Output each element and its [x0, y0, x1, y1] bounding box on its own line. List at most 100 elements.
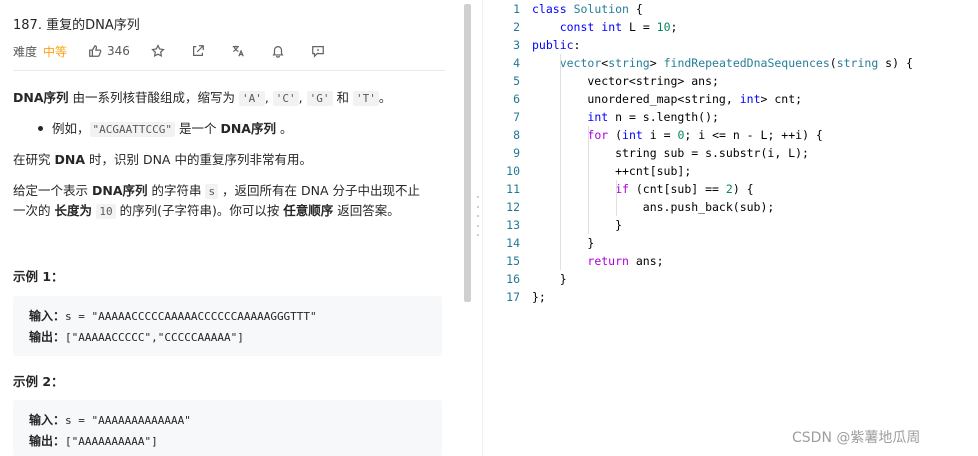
- code-line[interactable]: unordered_map<string, int> cnt;: [532, 90, 802, 108]
- description-paragraph-2: 在研究 DNA 时，识别 DNA 中的重复序列非常有用。: [13, 150, 312, 170]
- inline-code: 'G': [306, 91, 333, 106]
- code-token: public: [532, 38, 574, 52]
- example-2-input: 输入：s = "AAAAAAAAAAAAA": [29, 411, 191, 428]
- code-token: (: [829, 56, 837, 70]
- grip-dot: [477, 205, 479, 208]
- panel-separator: [482, 0, 483, 456]
- input-label: 输入：: [29, 413, 66, 427]
- code-token: return: [587, 254, 629, 268]
- line-number: 11: [506, 182, 520, 196]
- output-value: ["AAAAACCCCC","CCCCCAAAAA"]: [65, 331, 244, 344]
- grip-dot: [477, 224, 479, 227]
- description-paragraph-1: DNA序列 由一系列核苷酸组成，缩写为 'A', 'C', 'G' 和 'T'。: [13, 88, 391, 109]
- line-number: 4: [513, 56, 520, 70]
- code-line[interactable]: vector<string> findRepeatedDnaSequences(…: [532, 54, 913, 72]
- input-value: s = "AAAAACCCCCAAAAACCCCCCAAAAAGGGTTT": [65, 310, 317, 323]
- grip-dot: [477, 215, 479, 217]
- code-token: if: [615, 182, 629, 196]
- indent-guide: [560, 54, 561, 270]
- code-line[interactable]: const int L = 10;: [532, 18, 678, 36]
- code-token: int: [587, 110, 609, 124]
- share-icon[interactable]: [190, 43, 206, 59]
- line-number: 13: [506, 218, 520, 232]
- code-token: L =: [622, 20, 657, 34]
- code-token: {: [628, 2, 643, 16]
- problem-panel: 187. 重复的DNA序列 难度 中等 346 DNA序列 由一系列核苷酸组成，…: [0, 0, 462, 456]
- code-token: Solution: [573, 2, 629, 16]
- code-token: ans;: [628, 254, 664, 268]
- code-token: }: [532, 272, 567, 286]
- description-paragraph-3: 给定一个表示 DNA序列 的字符串 s ，返回所有在 DNA 分子中出现不止: [13, 181, 420, 202]
- code-line[interactable]: return ans;: [532, 252, 664, 270]
- output-value: ["AAAAAAAAAA"]: [65, 435, 158, 448]
- code-editor[interactable]: 1 2 3 4 5 6 7 8 9 10 11 12 13 14 15 16 17 class Solution…: [484, 0, 978, 456]
- code-token: :: [573, 38, 581, 52]
- code-token: }: [532, 218, 623, 232]
- code-token: > cnt;: [760, 92, 803, 106]
- dna-term: DNA序列: [13, 90, 69, 105]
- text: ,: [264, 90, 273, 105]
- code-line[interactable]: public:: [532, 36, 580, 54]
- code-line[interactable]: }: [532, 234, 594, 252]
- code-token: (cnt[sub] ==: [628, 182, 726, 196]
- description-paragraph-4: 一次的 长度为 10 的序列(子字符串)。你可以按 任意顺序 返回答案。: [13, 201, 400, 222]
- inline-code: "ACGAATTCCG": [89, 122, 175, 137]
- code-line[interactable]: class Solution {: [532, 0, 643, 18]
- thumbs-up-icon[interactable]: [87, 43, 103, 59]
- code-token: int: [739, 92, 761, 106]
- star-icon[interactable]: [150, 43, 166, 59]
- bold-text: DNA: [54, 152, 85, 167]
- example-1-output: 输出：["AAAAACCCCC","CCCCCAAAAA"]: [29, 328, 244, 345]
- text: 返回答案。: [333, 203, 400, 218]
- code-token: 10: [656, 20, 671, 34]
- text: 和: [332, 90, 353, 105]
- text: 给定一个表示: [13, 183, 92, 198]
- code-line[interactable]: };: [532, 288, 546, 306]
- code-token: };: [532, 290, 546, 304]
- header-divider: [13, 70, 445, 71]
- line-number: 17: [506, 290, 520, 304]
- code-token: int: [622, 128, 643, 142]
- code-token: class: [532, 2, 567, 16]
- problem-meta-bar: 难度 中等 346: [13, 43, 350, 59]
- code-line[interactable]: if (cnt[sub] == 2) {: [532, 180, 754, 198]
- description-scrollbar[interactable]: [464, 4, 471, 302]
- code-token: int: [601, 20, 623, 34]
- text: 。: [378, 90, 392, 105]
- code-line[interactable]: for (int i = 0; i <= n - L; ++i) {: [532, 126, 823, 144]
- grip-dot: [477, 196, 479, 198]
- code-line[interactable]: string sub = s.substr(i, L);: [532, 144, 809, 162]
- comment-icon[interactable]: [310, 43, 326, 59]
- input-label: 输入：: [29, 309, 66, 323]
- inline-code: 'T': [352, 91, 379, 106]
- line-number: 7: [513, 110, 520, 124]
- panel-resize-handle[interactable]: [476, 196, 480, 236]
- code-token: const: [559, 20, 595, 34]
- code-token: ans.push_back(sub);: [532, 200, 775, 214]
- code-token: findRepeatedDnaSequences: [663, 56, 830, 70]
- text: 的字符串: [147, 183, 206, 198]
- code-token: s) {: [878, 56, 913, 70]
- text: 由一系列核苷酸组成，缩写为: [68, 90, 239, 105]
- bold-text: DNA序列: [220, 121, 276, 136]
- code-token: ; i <= n - L; ++i) {: [684, 128, 823, 142]
- code-line[interactable]: }: [532, 270, 567, 288]
- list-bullet: [38, 126, 43, 131]
- code-token: string: [836, 56, 879, 70]
- line-number: 8: [513, 128, 520, 142]
- bell-icon[interactable]: [270, 43, 286, 59]
- difficulty-label: 难度: [13, 44, 38, 59]
- example-2-title: 示例 2：: [13, 374, 64, 389]
- code-line[interactable]: ans.push_back(sub);: [532, 198, 775, 216]
- text: 是一个: [175, 121, 221, 136]
- text: 的序列(子字符串)。你可以按: [115, 203, 284, 218]
- grip-dot: [477, 234, 479, 236]
- translate-icon[interactable]: [230, 43, 246, 59]
- bold-text: 长度为: [54, 203, 97, 218]
- text: 时，识别 DNA 中的重复序列非常有用。: [85, 152, 312, 167]
- line-number: 15: [506, 254, 520, 268]
- code-line[interactable]: ++cnt[sub];: [532, 162, 691, 180]
- code-line[interactable]: }: [532, 216, 622, 234]
- input-value: s = "AAAAAAAAAAAAA": [65, 414, 191, 427]
- indent-guide: [616, 180, 617, 216]
